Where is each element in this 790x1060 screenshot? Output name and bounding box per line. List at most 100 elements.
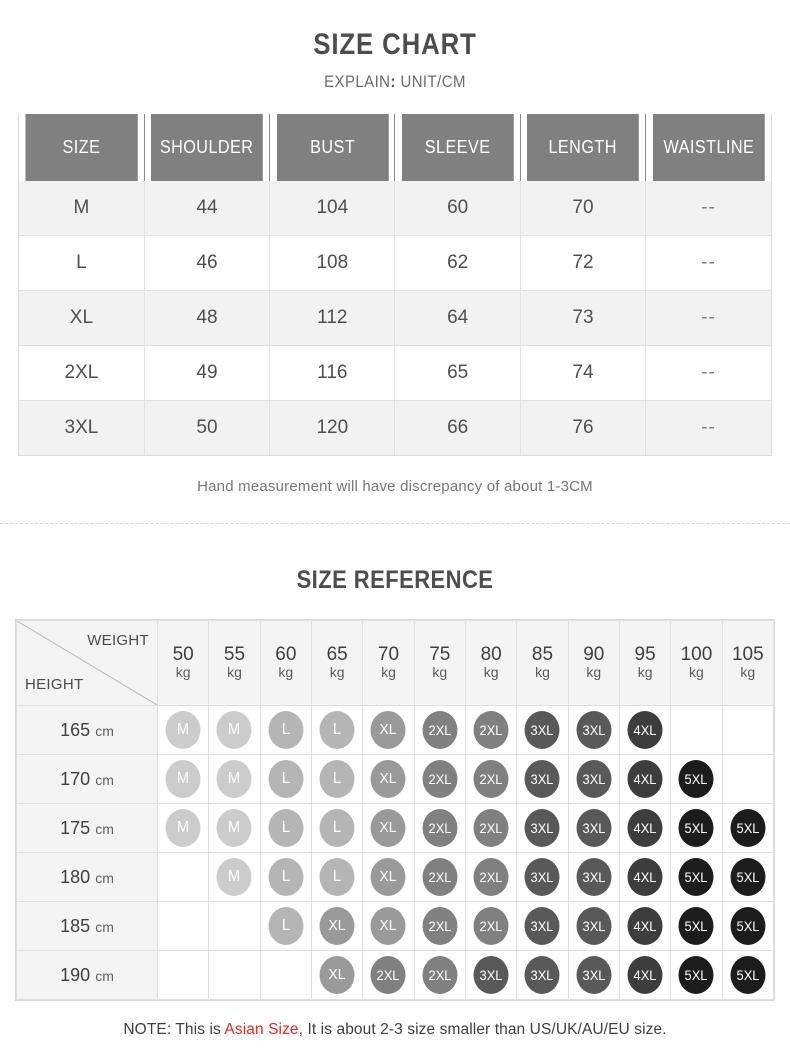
size-badge: M [217,858,252,896]
size-cell: M [208,803,261,853]
size-cell: L [259,901,312,951]
section-divider [0,523,790,524]
cell-length: 74 [520,345,647,401]
size-badge: 5XL [678,956,714,994]
size-cell: L [310,852,364,902]
size-reference-table-wrapper: WEIGHT HEIGHT 50 kg 55 kg 60 kg 65 kg 70 kg 7… [15,619,775,1001]
size-chart-header-row: SIZE SHOULDER BUST SLEEVE LENGTH WAISTLI… [19,114,771,181]
size-cell: 3XL [516,950,569,1000]
size-badge: M [165,760,201,798]
weight-value: 90 [583,644,605,666]
size-reference-row: 175 cm M M L L XL 2XL 2XL 3XL 3XL 4XL 5XL 5XL [16,803,775,853]
size-badge: XL [370,809,406,847]
size-reference-title: SIZE REFERENCE [296,566,494,594]
height-value: 175 [60,817,96,838]
size-cell: 5XL [721,901,775,951]
height-value: 180 [60,866,96,887]
height-value: 185 [60,915,96,936]
weight-unit: kg [740,664,756,681]
size-cell: 2XL [464,705,518,755]
size-cell: L [259,705,312,755]
size-cell: 5XL [670,852,723,902]
size-badge: 3XL [576,956,612,994]
size-badge: 5XL [678,809,714,847]
cell-length: 72 [520,235,647,291]
weight-unit: kg [227,664,242,681]
height-row-header: 180 cm [16,852,158,902]
height-unit: cm [95,869,114,886]
height-unit: cm [95,967,114,984]
size-cell: M [208,705,261,755]
size-cell: 4XL [618,950,672,1000]
size-cell: 5XL [721,803,775,853]
weight-unit: kg [483,664,499,681]
size-cell: M [156,705,210,755]
height-row-header: 185 cm [16,901,158,951]
table-row: L 46 108 62 72 -- [19,235,771,291]
cell-sleeve: 60 [394,181,521,236]
height-row-header: 165 cm [16,705,158,755]
size-badge: 3XL [576,760,612,798]
weight-col-header: 105 kg [721,620,775,706]
size-cell: 5XL [670,803,723,853]
weight-col-header: 55 kg [208,620,261,706]
size-cell: XL [310,950,364,1000]
size-badge: 5XL [730,907,766,945]
size-reference-header-row: WEIGHT HEIGHT 50 kg 55 kg 60 kg 65 kg 70 kg 7… [16,620,775,706]
size-cell: 5XL [721,852,775,902]
size-cell: 3XL [567,901,620,951]
size-cell-empty [721,705,775,755]
size-cell-empty [721,754,775,804]
size-badge: 5XL [730,809,766,847]
height-row-header: 175 cm [16,803,158,853]
size-cell: 2XL [464,852,518,902]
weight-unit: kg [637,664,653,681]
cell-waistline: -- [645,235,771,291]
cell-size: XL [19,290,145,346]
size-chart-title: SIZE CHART [313,28,477,61]
size-badge: 2XL [422,760,458,798]
col-header-shoulder: SHOULDER [150,114,264,181]
col-header-bust: BUST [275,114,390,181]
size-badge: 2XL [422,956,458,994]
weight-col-header: 100 kg [670,620,723,706]
size-reference-row: 185 cm L XL XL 2XL 2XL 3XL 3XL 4XL 5XL 5XL [16,901,775,951]
weight-col-header: 75 kg [413,620,466,706]
weight-unit: kg [175,664,191,681]
size-cell: L [310,803,364,853]
size-cell: XL [362,705,415,755]
size-cell: 3XL [567,803,620,853]
height-row-header: 170 cm [16,754,158,804]
size-cell: 2XL [464,901,518,951]
size-cell: 5XL [670,754,723,804]
weight-col-header: 60 kg [259,620,312,706]
size-badge: L [268,907,304,945]
cell-waistline: -- [645,345,771,401]
size-badge: 4XL [627,956,663,994]
size-cell: M [208,754,261,804]
size-badge: 2XL [422,907,458,945]
cell-length: 73 [520,290,647,346]
asian-size-note: NOTE: This is Asian Size, It is about 2-… [0,1021,790,1039]
table-row: XL 48 112 64 73 -- [19,290,771,346]
size-reference-row: 170 cm M M L L XL 2XL 2XL 3XL 3XL 4XL 5XL [16,754,775,804]
size-cell-empty [156,852,210,902]
cell-sleeve: 62 [394,235,521,291]
weight-unit: kg [278,664,294,681]
size-badge: 5XL [730,858,766,896]
size-cell: 2XL [413,950,466,1000]
cell-shoulder: 44 [144,181,271,236]
weight-col-header: 70 kg [362,620,415,706]
weight-value: 85 [531,644,554,666]
size-chart-table: SIZE SHOULDER BUST SLEEVE LENGTH WAISTLI… [19,114,771,455]
size-reference-row: 180 cm M L L XL 2XL 2XL 3XL 3XL 4XL 5XL 5XL [16,852,775,902]
size-cell-empty [208,901,261,951]
height-unit: cm [95,722,114,739]
size-cell: 3XL [567,950,620,1000]
size-cell: 2XL [413,901,466,951]
weight-unit: kg [535,664,550,681]
size-badge: 5XL [730,956,766,994]
size-cell: XL [362,852,415,902]
size-badge: L [319,711,355,749]
size-cell: L [310,754,364,804]
